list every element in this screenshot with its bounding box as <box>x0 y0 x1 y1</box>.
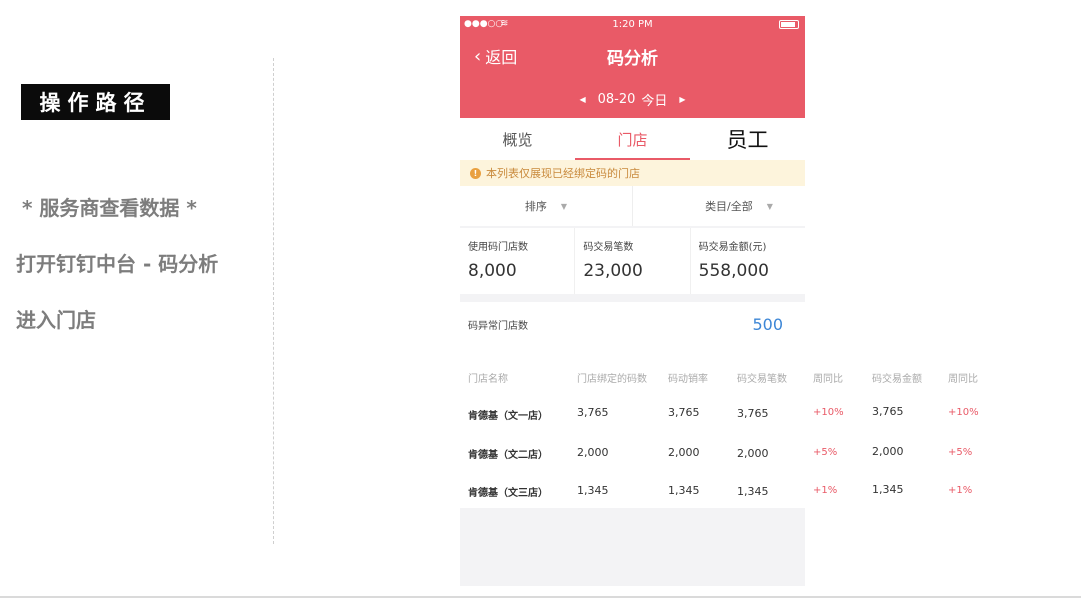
caret-down-icon: ▼ <box>766 201 773 211</box>
table-header: 码交易笔数 <box>737 374 787 385</box>
status-time: 1:20 PM <box>612 19 653 30</box>
stat-label: 码交易笔数 <box>583 242 634 253</box>
status-bar: ●●●○○ ≋ 1:20 PM <box>460 16 805 34</box>
table-cell: 1,345 <box>577 484 609 497</box>
step-view-data: * 服务商查看数据 * <box>22 196 197 220</box>
date-label: 今日 <box>641 94 668 109</box>
table-cell-growth: +10% <box>813 407 844 418</box>
table-header: 周同比 <box>948 374 978 385</box>
caret-down-icon: ▼ <box>560 201 568 211</box>
filter-bar: 排序 ▼ 类目/全部 ▼ <box>460 186 805 226</box>
page-title: 码分析 <box>607 49 658 69</box>
table-cell: 2,000 <box>577 446 609 459</box>
page: 操作路径 * 服务商查看数据 * 打开钉钉中台 - 码分析 进入门店 ●●●○○… <box>0 0 1081 600</box>
step-enter-store: 进入门店 <box>16 308 96 332</box>
date-value: 08-20 <box>597 92 636 107</box>
table-header: 门店名称 <box>468 374 508 385</box>
table-cell: 1,345 <box>668 484 700 497</box>
table-cell: 2,000 <box>737 447 769 460</box>
table-cell: 2,000 <box>668 446 700 459</box>
notice-bar: ! 本列表仅展现已经绑定码的门店 <box>460 160 805 186</box>
date-switcher: ◀ 08-20 今日 ▶ <box>460 90 805 109</box>
table-cell-growth: +1% <box>948 485 973 496</box>
store-table: 门店名称 门店绑定的码数 码动销率 码交易笔数 周同比 码交易金额 周同比 肯德… <box>460 338 990 508</box>
triangle-left-icon[interactable]: ◀ <box>579 95 585 104</box>
tab-overview[interactable]: 概览 <box>460 118 575 160</box>
stat-amount: 码交易金额(元) 558,000 <box>689 228 805 294</box>
sort-dropdown[interactable]: 排序 ▼ <box>460 186 632 226</box>
table-cell: 3,765 <box>737 407 769 420</box>
stat-value: 8,000 <box>468 261 517 281</box>
table-cell: 3,765 <box>668 406 700 419</box>
table-header: 码动销率 <box>668 374 708 385</box>
stat-value: 23,000 <box>583 261 643 281</box>
table-cell-growth: +1% <box>813 485 838 496</box>
vertical-divider <box>273 58 274 544</box>
table-header: 门店绑定的码数 <box>577 374 647 385</box>
table-header: 周同比 <box>813 374 843 385</box>
abnormal-value[interactable]: 500 <box>752 315 783 334</box>
operation-path-title: 操作路径 <box>21 84 170 120</box>
table-cell: 3,765 <box>872 405 904 418</box>
table-cell: 3,765 <box>577 406 609 419</box>
table-cell: 1,345 <box>872 483 904 496</box>
table-cell-growth: +10% <box>948 407 979 418</box>
warning-icon: ! <box>470 167 481 179</box>
stat-label: 使用码门店数 <box>468 242 528 253</box>
stats-row: 使用码门店数 8,000 码交易笔数 23,000 码交易金额(元) 558,0… <box>460 228 805 294</box>
stat-value: 558,000 <box>698 261 769 281</box>
tab-bar: 概览 门店 员工 <box>460 118 805 160</box>
stat-label: 码交易金额(元) <box>698 242 767 253</box>
category-label: 类目/全部 <box>705 200 753 213</box>
table-cell: 2,000 <box>872 445 904 458</box>
stat-transactions: 码交易笔数 23,000 <box>574 228 689 294</box>
notice-text: 本列表仅展现已经绑定码的门店 <box>486 167 640 180</box>
tab-store[interactable]: 门店 <box>575 118 690 160</box>
stat-stores: 使用码门店数 8,000 <box>460 228 574 294</box>
table-cell-store[interactable]: 肯德基（文三店） <box>468 484 548 499</box>
table-cell-growth: +5% <box>813 447 838 458</box>
bottom-divider <box>0 596 1081 598</box>
table-cell-growth: +5% <box>948 447 973 458</box>
table-cell-store[interactable]: 肯德基（文二店） <box>468 446 548 461</box>
table-header: 码交易金额 <box>872 374 922 385</box>
app-header: ●●●○○ ≋ 1:20 PM ‹ 返回 码分析 ◀ 08-20 今日 ▶ <box>460 16 805 118</box>
battery-icon <box>779 20 799 29</box>
table-cell: 1,345 <box>737 485 769 498</box>
step-open-analysis: 打开钉钉中台 - 码分析 <box>16 252 219 276</box>
tab-staff[interactable]: 员工 <box>690 118 805 160</box>
sort-label: 排序 <box>524 200 547 213</box>
table-cell-store[interactable]: 肯德基（文一店） <box>468 407 548 422</box>
abnormal-label: 码异常门店数 <box>468 320 528 332</box>
category-dropdown[interactable]: 类目/全部 ▼ <box>632 186 805 226</box>
triangle-right-icon[interactable]: ▶ <box>679 95 685 104</box>
